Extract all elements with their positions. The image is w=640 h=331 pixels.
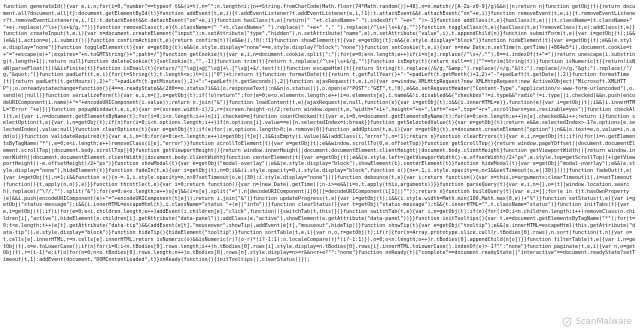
code-viewer: function generateId(){var e,i,n;for(i=0,… (0, 0, 640, 331)
javascript-source-text: function generateId(){var e,i,n;for(i=0,… (3, 4, 636, 264)
